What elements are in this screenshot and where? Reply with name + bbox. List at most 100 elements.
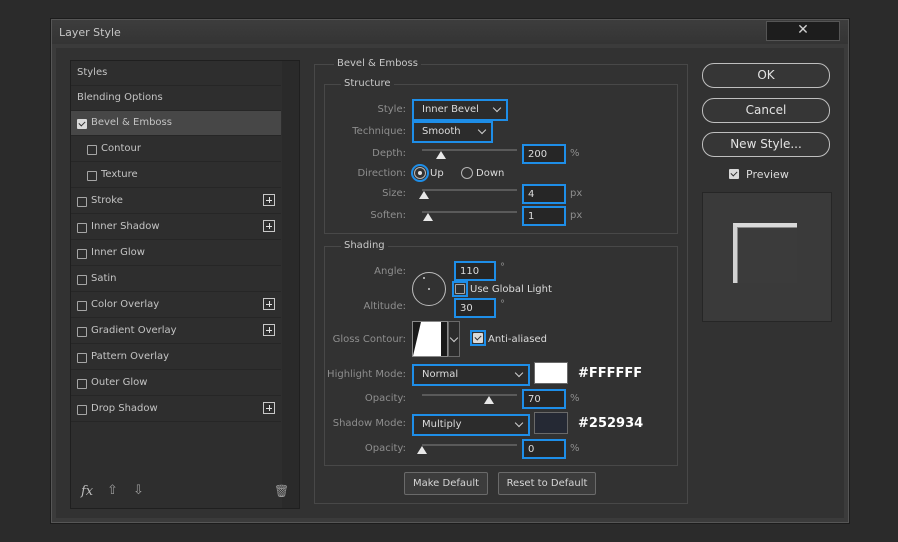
satin-checkbox[interactable]	[77, 275, 87, 285]
structure-title: Structure	[341, 78, 394, 89]
bevel-emboss-checkbox[interactable]	[77, 119, 87, 129]
style-item-satin[interactable]: Satin	[71, 267, 281, 292]
soften-value: 1	[528, 211, 535, 222]
size-slider-track[interactable]	[422, 189, 517, 191]
altitude-label: Altitude:	[363, 301, 406, 312]
shadow-color-swatch[interactable]	[534, 412, 568, 434]
fx-icon[interactable]: fx	[81, 484, 93, 499]
direction-up-label: Up	[430, 168, 444, 179]
preview-label: Preview	[746, 168, 789, 181]
styles-list-scrollbar[interactable]	[282, 61, 299, 508]
shadow-mode-select[interactable]: Multiply	[412, 414, 530, 436]
add-gradient-overlay-icon[interactable]	[263, 324, 275, 336]
make-default-button[interactable]: Make Default	[404, 472, 488, 495]
size-slider-thumb[interactable]	[418, 191, 429, 199]
move-down-icon[interactable]: ⇩	[133, 483, 144, 498]
style-item-contour[interactable]: Contour	[71, 137, 281, 162]
inner-glow-checkbox[interactable]	[77, 249, 87, 259]
style-item-inner-glow[interactable]: Inner Glow	[71, 241, 281, 266]
styles-header[interactable]: Styles	[71, 61, 281, 86]
highlight-opacity-input[interactable]: 70	[522, 389, 566, 409]
layer-style-dialog: Layer Style ✕ Styles Blending Options Be…	[51, 19, 849, 523]
highlight-mode-select[interactable]: Normal	[412, 364, 530, 386]
use-global-light-checkbox[interactable]	[455, 284, 465, 294]
outer-glow-checkbox[interactable]	[77, 379, 87, 389]
gloss-contour-dropdown[interactable]	[448, 321, 460, 357]
preview-thumbnail	[733, 223, 797, 283]
title-bar: Layer Style ✕	[52, 20, 848, 44]
inner-shadow-checkbox[interactable]	[77, 223, 87, 233]
ok-button[interactable]: OK	[702, 63, 830, 88]
style-label: Style:	[377, 104, 407, 115]
add-inner-shadow-icon[interactable]	[263, 220, 275, 232]
reset-to-default-button[interactable]: Reset to Default	[498, 472, 596, 495]
texture-checkbox[interactable]	[87, 171, 97, 181]
shadow-opacity-input[interactable]: 0	[522, 439, 566, 459]
technique-value: Smooth	[422, 126, 461, 137]
soften-slider-track[interactable]	[422, 211, 517, 213]
angle-input[interactable]: 110	[454, 261, 496, 281]
anti-aliased-checkbox[interactable]	[473, 333, 483, 343]
blending-options-item[interactable]: Blending Options	[71, 86, 281, 111]
technique-label: Technique:	[352, 126, 406, 137]
angle-dial-marker	[423, 277, 425, 279]
blending-options-label: Blending Options	[77, 92, 163, 103]
style-item-texture[interactable]: Texture	[71, 163, 281, 188]
altitude-input[interactable]: 30	[454, 298, 496, 318]
style-item-label: Inner Glow	[91, 247, 145, 258]
chevron-down-icon	[477, 125, 487, 135]
depth-slider-thumb[interactable]	[436, 151, 446, 159]
direction-up-radio[interactable]	[414, 167, 426, 179]
highlight-mode-label: Highlight Mode:	[327, 369, 406, 380]
new-style-button[interactable]: New Style...	[702, 132, 830, 157]
contour-curve-icon	[413, 322, 447, 356]
style-item-color-overlay[interactable]: Color Overlay	[71, 293, 281, 318]
highlight-opacity-track[interactable]	[422, 394, 517, 396]
soften-unit: px	[570, 210, 583, 221]
style-item-label: Inner Shadow	[91, 221, 160, 232]
soften-input[interactable]: 1	[522, 206, 566, 226]
style-item-outer-glow[interactable]: Outer Glow	[71, 371, 281, 396]
style-item-inner-shadow[interactable]: Inner Shadow	[71, 215, 281, 240]
drop-shadow-checkbox[interactable]	[77, 405, 87, 415]
bevel-emboss-title: Bevel & Emboss	[334, 58, 421, 69]
style-item-bevel-emboss[interactable]: Bevel & Emboss	[71, 111, 281, 136]
style-item-pattern-overlay[interactable]: Pattern Overlay	[71, 345, 281, 370]
shading-title: Shading	[341, 240, 388, 251]
cancel-button[interactable]: Cancel	[702, 98, 830, 123]
style-item-stroke[interactable]: Stroke	[71, 189, 281, 214]
style-item-label: Outer Glow	[91, 377, 148, 388]
contour-checkbox[interactable]	[87, 145, 97, 155]
shadow-opacity-label: Opacity:	[364, 443, 406, 454]
soften-slider-thumb[interactable]	[422, 213, 433, 221]
highlight-color-swatch[interactable]	[534, 362, 568, 384]
close-button[interactable]: ✕	[766, 21, 840, 41]
direction-down-radio[interactable]	[461, 167, 473, 179]
depth-input[interactable]: 200	[522, 144, 566, 164]
angle-label: Angle:	[374, 266, 406, 277]
stroke-checkbox[interactable]	[77, 197, 87, 207]
dialog-title: Layer Style	[59, 26, 121, 39]
preview-checkbox[interactable]	[729, 169, 739, 179]
chevron-down-icon	[514, 418, 524, 428]
add-stroke-icon[interactable]	[263, 194, 275, 206]
technique-select[interactable]: Smooth	[412, 121, 493, 143]
add-color-overlay-icon[interactable]	[263, 298, 275, 310]
shadow-opacity-track[interactable]	[422, 444, 517, 446]
color-overlay-checkbox[interactable]	[77, 301, 87, 311]
shadow-opacity-thumb[interactable]	[417, 446, 427, 454]
close-icon: ✕	[797, 22, 809, 38]
pattern-overlay-checkbox[interactable]	[77, 353, 87, 363]
gradient-overlay-checkbox[interactable]	[77, 327, 87, 337]
bevel-style-select[interactable]: Inner Bevel	[412, 99, 508, 121]
size-input[interactable]: 4	[522, 184, 566, 204]
move-up-icon[interactable]: ⇧	[107, 483, 118, 498]
gloss-contour-preview[interactable]	[412, 321, 448, 357]
angle-dial[interactable]	[412, 272, 446, 306]
add-drop-shadow-icon[interactable]	[263, 402, 275, 414]
trash-icon[interactable]: 🗑	[274, 484, 289, 498]
highlight-opacity-thumb[interactable]	[483, 396, 494, 404]
style-item-drop-shadow[interactable]: Drop Shadow	[71, 397, 281, 422]
style-preview-box	[702, 192, 832, 322]
style-item-gradient-overlay[interactable]: Gradient Overlay	[71, 319, 281, 344]
